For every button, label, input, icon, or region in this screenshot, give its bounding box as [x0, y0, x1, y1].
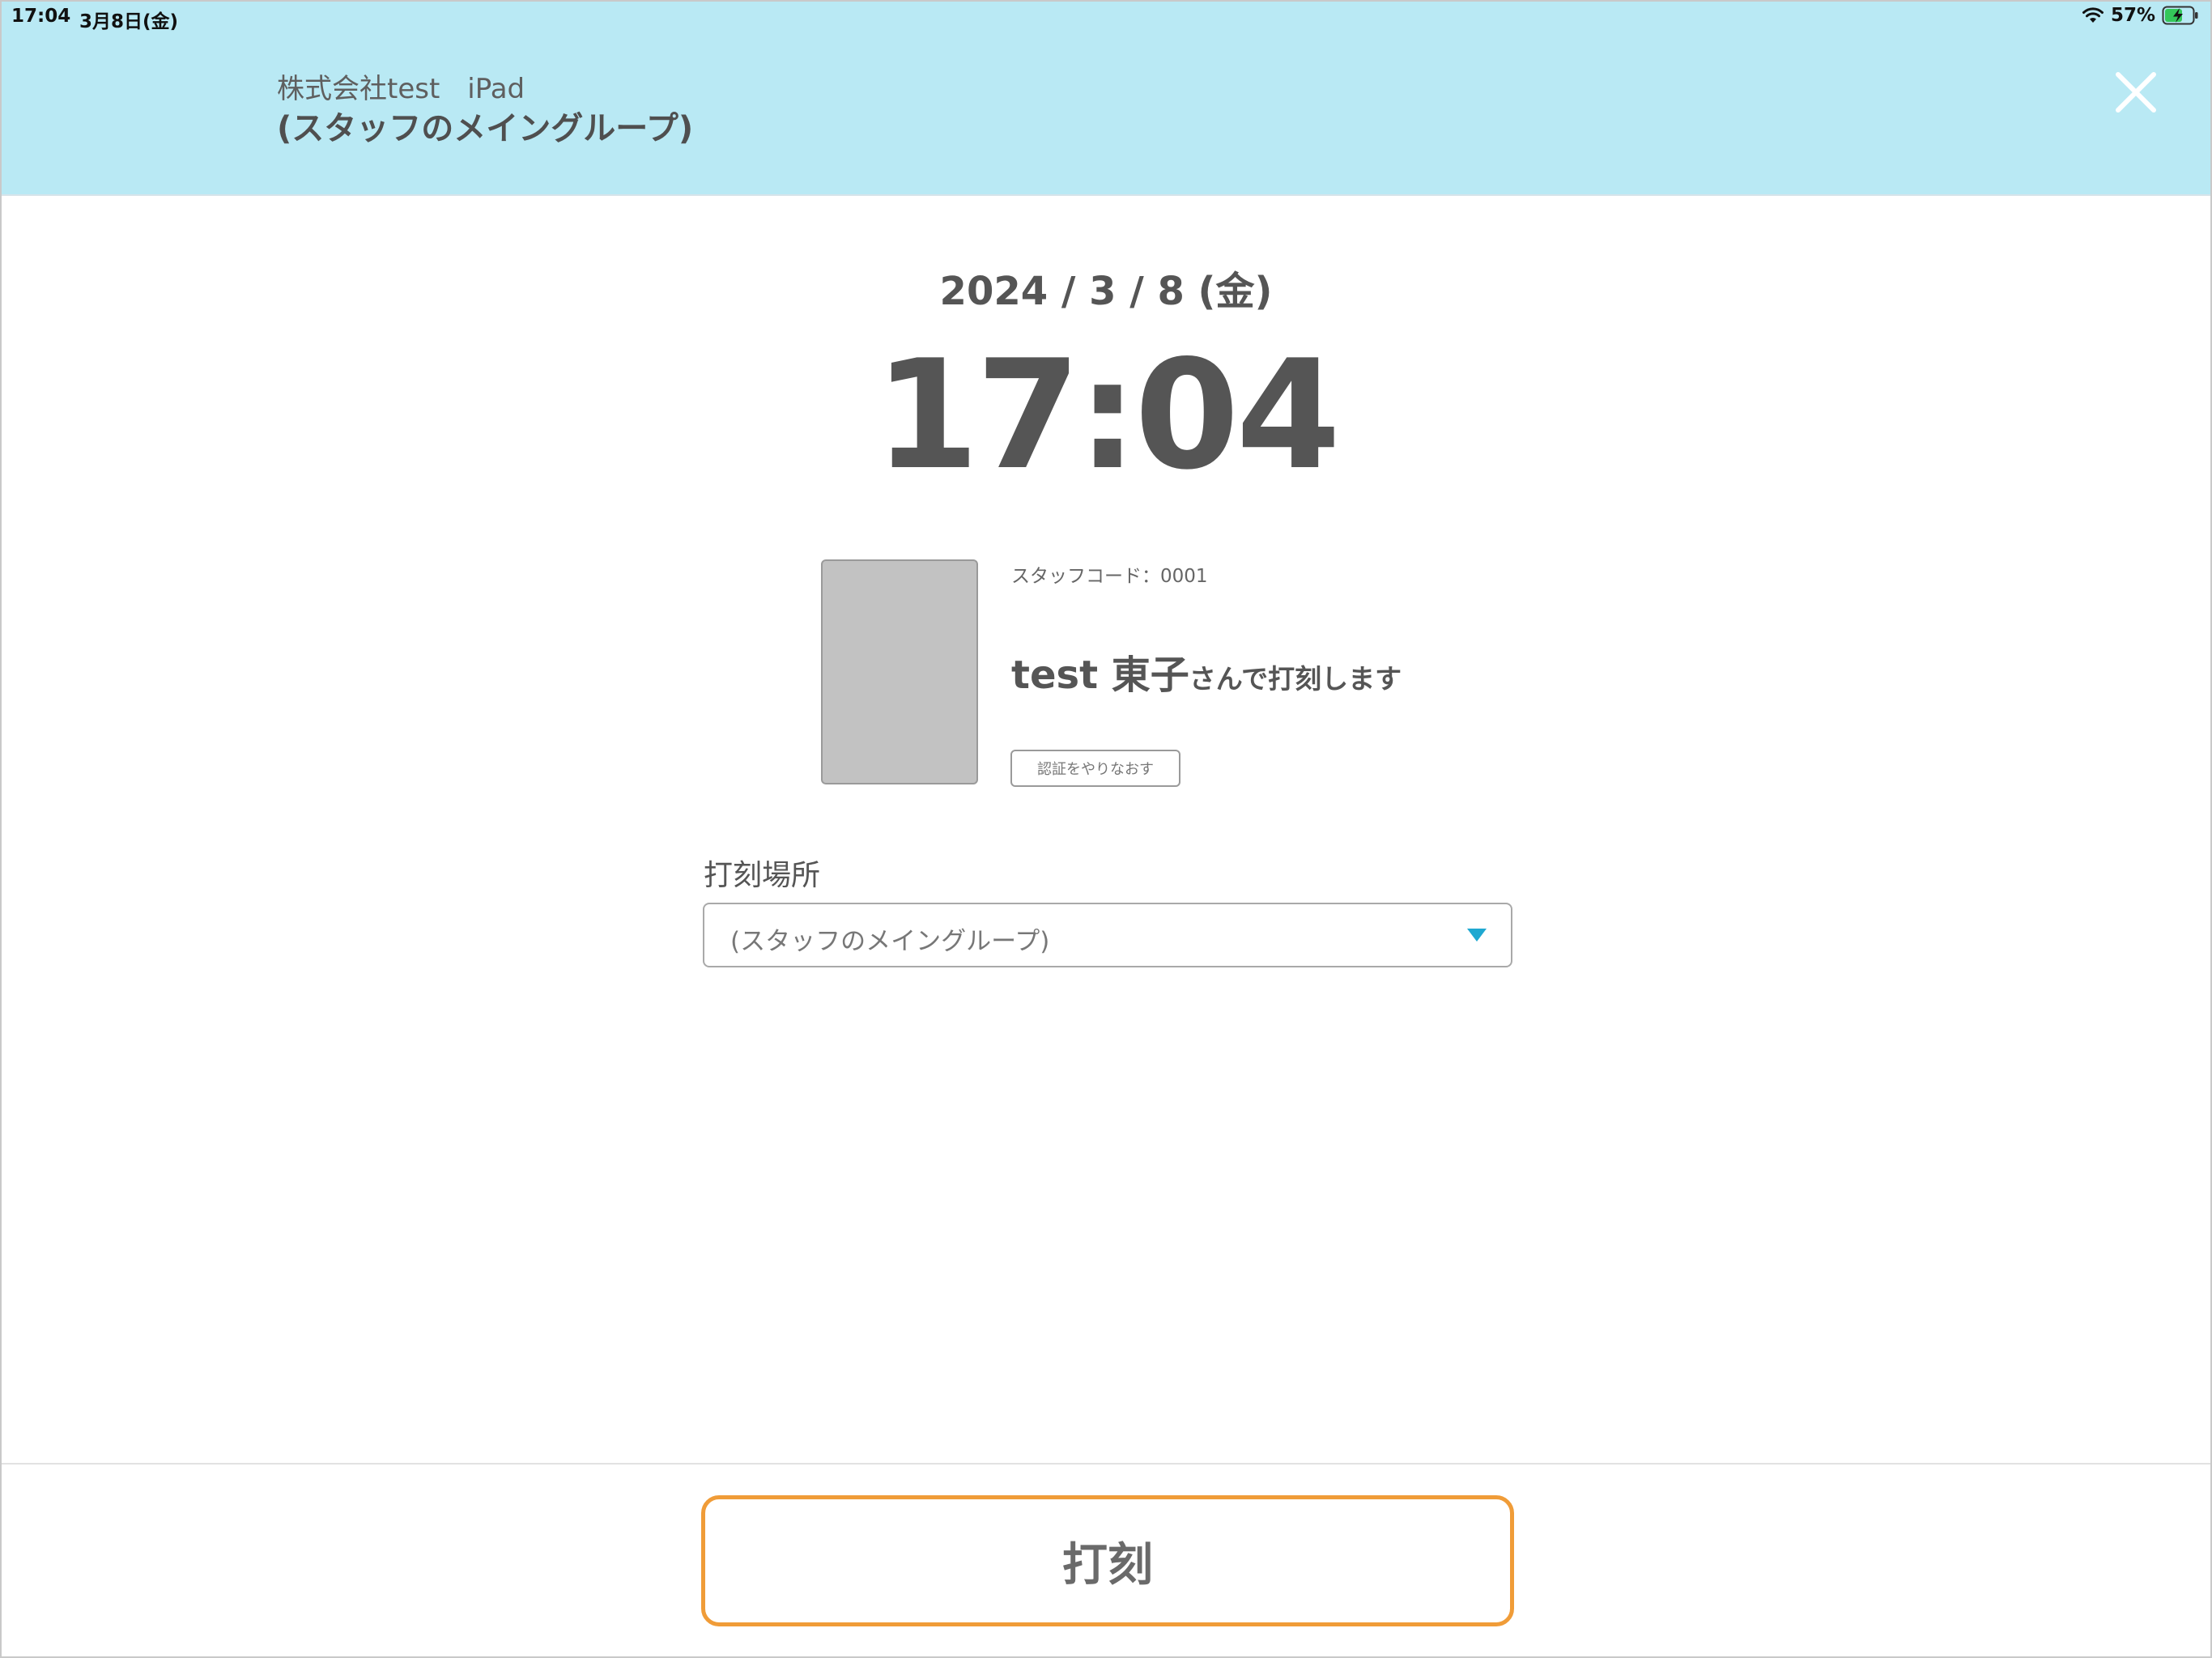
battery-charging-icon — [2162, 6, 2199, 25]
place-label: 打刻場所 — [704, 859, 821, 892]
staff-confirmation: test 東子さんで打刻します — [1011, 643, 1402, 699]
group-name: (スタッフのメイングループ) — [277, 110, 694, 147]
battery-percent: 57% — [2110, 5, 2155, 26]
stamp-button[interactable]: 打刻 — [701, 1495, 1514, 1626]
staff-photo — [821, 559, 978, 784]
status-date: 3月8日(金) — [79, 11, 179, 32]
current-date: 2024 / 3 / 8 (金) — [939, 269, 1273, 314]
staff-code: スタッフコード：0001 — [1011, 566, 1208, 587]
staff-name: test 東子 — [1011, 653, 1189, 698]
close-icon — [2116, 72, 2156, 113]
place-selected-value: (スタッフのメイングループ) — [730, 927, 1050, 956]
footer-divider — [2, 1463, 2210, 1465]
status-bar: 17:04 3月8日(金) 57% — [2, 2, 2210, 34]
wifi-icon — [2082, 6, 2104, 24]
reauthenticate-button[interactable]: 認証をやりなおす — [1010, 750, 1180, 787]
header-bar: 17:04 3月8日(金) 57% 株式会社test iPad (スタッフのメイ… — [2, 2, 2210, 196]
status-time: 17:04 — [11, 6, 71, 27]
close-button[interactable] — [2112, 68, 2160, 117]
current-time: 17:04 — [874, 327, 1341, 503]
place-select[interactable]: (スタッフのメイングループ) — [703, 903, 1512, 967]
status-indicators: 57% — [2082, 5, 2199, 26]
app-screen: 17:04 3月8日(金) 57% 株式会社test iPad (スタッフのメイ… — [0, 0, 2212, 1658]
company-name: 株式会社test iPad — [277, 73, 525, 105]
chevron-down-icon — [1467, 929, 1487, 942]
staff-confirmation-suffix: さんで打刻します — [1189, 663, 1402, 695]
